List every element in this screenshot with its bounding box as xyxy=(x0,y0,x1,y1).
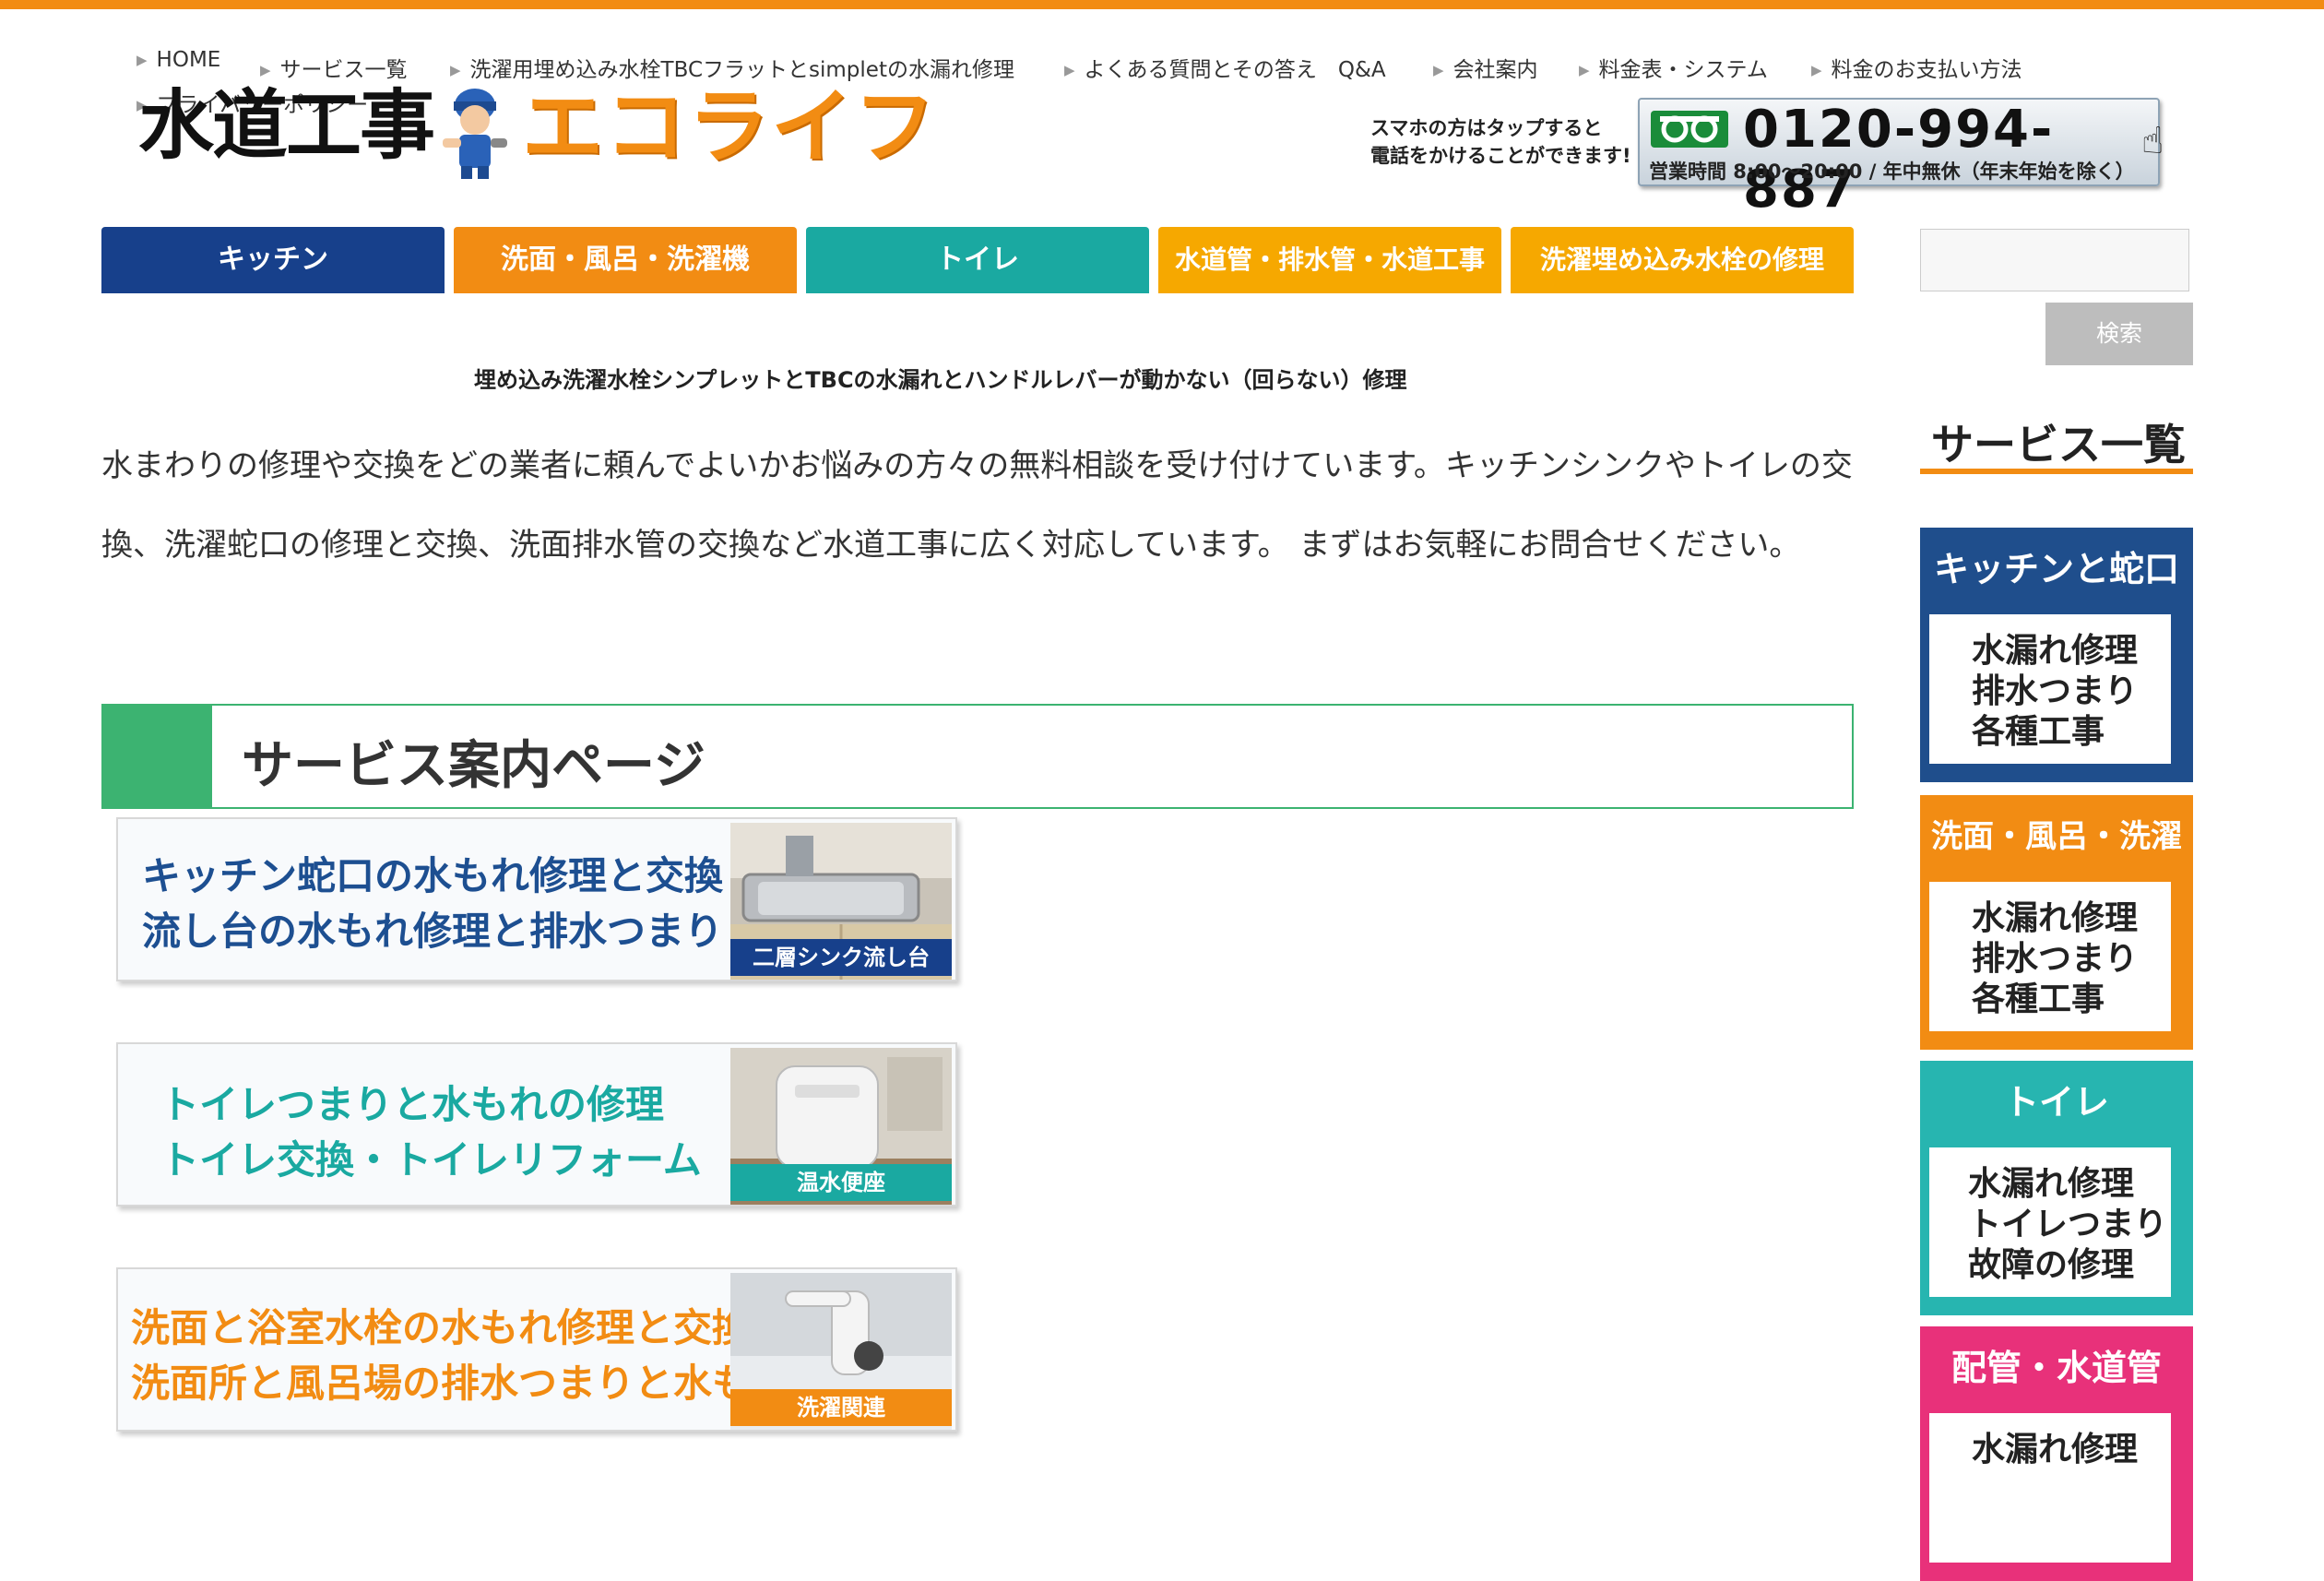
sidebar-card-line: 故障の修理 xyxy=(1968,1246,2135,1284)
sidebar-card-pipes[interactable]: 配管・水道管 水漏れ修理 xyxy=(1920,1326,2193,1581)
search-input[interactable] xyxy=(1920,229,2189,291)
banner-caption: 二層シンク流し台 xyxy=(730,939,952,976)
top-link-label: サービス一覧 xyxy=(279,58,408,82)
section-title: サービス案内ページ xyxy=(242,736,706,796)
sidebar-card-line: 各種工事 xyxy=(1972,713,2105,751)
phone-note: スマホの方はタップすると 電話をかけることができます! xyxy=(1370,114,1631,170)
sidebar-card-line: 各種工事 xyxy=(1972,981,2105,1018)
banner-toilet[interactable]: トイレつまりと水もれの修理 トイレ交換・トイレリフォーム 温水便座 xyxy=(116,1042,957,1207)
sidebar-card-body: 水漏れ修理 排水つまり 各種工事 xyxy=(1929,882,2171,1031)
top-link-tbc-repair[interactable]: ▶ 洗濯用埋め込み水栓TBCフラットとsimpletの水漏れ修理 xyxy=(450,52,1014,83)
banner-line: キッチン蛇口の水もれ修理と交換 xyxy=(142,853,724,898)
sidebar-card-header: トイレ xyxy=(2003,1082,2109,1123)
nav-tab-embedded-faucet[interactable]: 洗濯埋め込み水栓の修理 xyxy=(1511,227,1854,293)
pointing-hand-icon: ☝ xyxy=(2141,120,2164,162)
triangle-bullet-icon: ▶ xyxy=(1064,62,1075,78)
banner-line: トイレつまりと水もれの修理 xyxy=(160,1082,665,1127)
triangle-bullet-icon: ▶ xyxy=(136,52,148,68)
triangle-bullet-icon: ▶ xyxy=(450,62,461,78)
business-hours: 営業時間 8:00～20:00 / 年中無休（年末年始を除く） xyxy=(1649,160,2135,183)
section-accent xyxy=(103,706,212,807)
top-link-company[interactable]: ▶ 会社案内 xyxy=(1433,52,1538,83)
nav-tab-kitchen[interactable]: キッチン xyxy=(101,227,445,293)
intro-text: 水まわりの修理や交換をどの業者に頼んでよいかお悩みの方々の無料相談を受け付けてい… xyxy=(101,447,1853,564)
logo-ecolife[interactable]: エコライフ xyxy=(522,87,937,168)
triangle-bullet-icon: ▶ xyxy=(1579,62,1590,78)
top-link-label: よくある質問とその答え Q&A xyxy=(1084,58,1386,82)
banner-line: トイレ交換・トイレリフォーム xyxy=(160,1137,702,1183)
sidebar-card-header: 洗面・風呂・洗濯 xyxy=(1931,818,2182,855)
sidebar-title-underline xyxy=(1920,469,2193,474)
plumber-mascot-icon xyxy=(443,89,507,179)
top-link-payment[interactable]: ▶ 料金のお支払い方法 xyxy=(1811,52,2022,83)
banner-kitchen[interactable]: キッチン蛇口の水もれ修理と交換 流し台の水もれ修理と排水つまり 二層シンク流し台 xyxy=(116,817,957,981)
sidebar-card-body: 水漏れ修理 排水つまり 各種工事 xyxy=(1929,614,2171,764)
banner-line: 洗面と浴室水栓の水もれ修理と交換 xyxy=(131,1305,752,1350)
sidebar-card-kitchen[interactable]: キッチンと蛇口 水漏れ修理 排水つまり 各種工事 xyxy=(1920,528,2193,782)
top-link-label: 会社案内 xyxy=(1452,58,1538,82)
banner-caption: 温水便座 xyxy=(730,1164,952,1201)
phone-call-button[interactable]: 0120-994-887 営業時間 8:00～20:00 / 年中無休（年末年始… xyxy=(1638,98,2160,220)
section-heading: サービス案内ページ xyxy=(101,704,1854,809)
phone-note-line: スマホの方はタップすると xyxy=(1370,117,1603,139)
triangle-bullet-icon: ▶ xyxy=(260,62,271,78)
phone-note-line: 電話をかけることができます! xyxy=(1370,145,1631,167)
top-link-label: HOME xyxy=(156,48,221,72)
banner-bath-washroom[interactable]: 洗面と浴室水栓の水もれ修理と交換 洗面所と風呂場の排水つまりと水もれ 洗濯関連 xyxy=(116,1267,957,1432)
top-link-label: 料金表・システム xyxy=(1598,58,1768,82)
triangle-bullet-icon: ▶ xyxy=(1811,62,1822,78)
nav-tab-bath-laundry[interactable]: 洗面・風呂・洗濯機 xyxy=(454,227,797,293)
banner-caption: 洗濯関連 xyxy=(730,1389,952,1426)
top-link-pricing[interactable]: ▶ 料金表・システム xyxy=(1579,52,1768,83)
logo-suidou-kouji[interactable]: 水道工事 xyxy=(138,89,435,164)
banner-line: 流し台の水もれ修理と排水つまり xyxy=(142,909,724,954)
search-button[interactable]: 検索 xyxy=(2045,303,2193,365)
nav-tab-toilet[interactable]: トイレ xyxy=(806,227,1149,293)
sidebar-card-body: 水漏れ修理 トイレつまり 故障の修理 xyxy=(1929,1147,2171,1297)
top-link-faq[interactable]: ▶ よくある質問とその答え Q&A xyxy=(1064,52,1386,83)
card-corner xyxy=(2156,745,2193,782)
sidebar-card-toilet[interactable]: トイレ 水漏れ修理 トイレつまり 故障の修理 xyxy=(1920,1061,2193,1315)
nav-tab-pipes[interactable]: 水道管・排水管・水道工事 xyxy=(1158,227,1501,293)
sidebar-title: サービス一覧 xyxy=(1931,420,2186,470)
sidebar-card-header: 配管・水道管 xyxy=(1951,1348,2162,1388)
freedial-icon xyxy=(1651,111,1728,148)
top-link-label: 料金のお支払い方法 xyxy=(1831,58,2022,82)
banner-line: 洗面所と風呂場の排水つまりと水もれ xyxy=(131,1361,790,1406)
sidebar-card-header: キッチンと蛇口 xyxy=(1933,549,2179,589)
triangle-bullet-icon: ▶ xyxy=(1433,62,1444,78)
top-link-home[interactable]: ▶ HOME xyxy=(136,48,220,72)
sidebar-card-line: 水漏れ修理 xyxy=(1972,1431,2139,1468)
sidebar-card-bath-laundry[interactable]: 洗面・風呂・洗濯 水漏れ修理 排水つまり 各種工事 xyxy=(1920,795,2193,1050)
sidebar-card-body: 水漏れ修理 xyxy=(1929,1413,2171,1563)
top-link-services[interactable]: ▶ サービス一覧 xyxy=(260,52,408,83)
page-title: 埋め込み洗濯水栓シンプレットとTBCの水漏れとハンドルレバーが動かない（回らない… xyxy=(474,367,1407,393)
top-accent-bar xyxy=(0,0,2324,9)
